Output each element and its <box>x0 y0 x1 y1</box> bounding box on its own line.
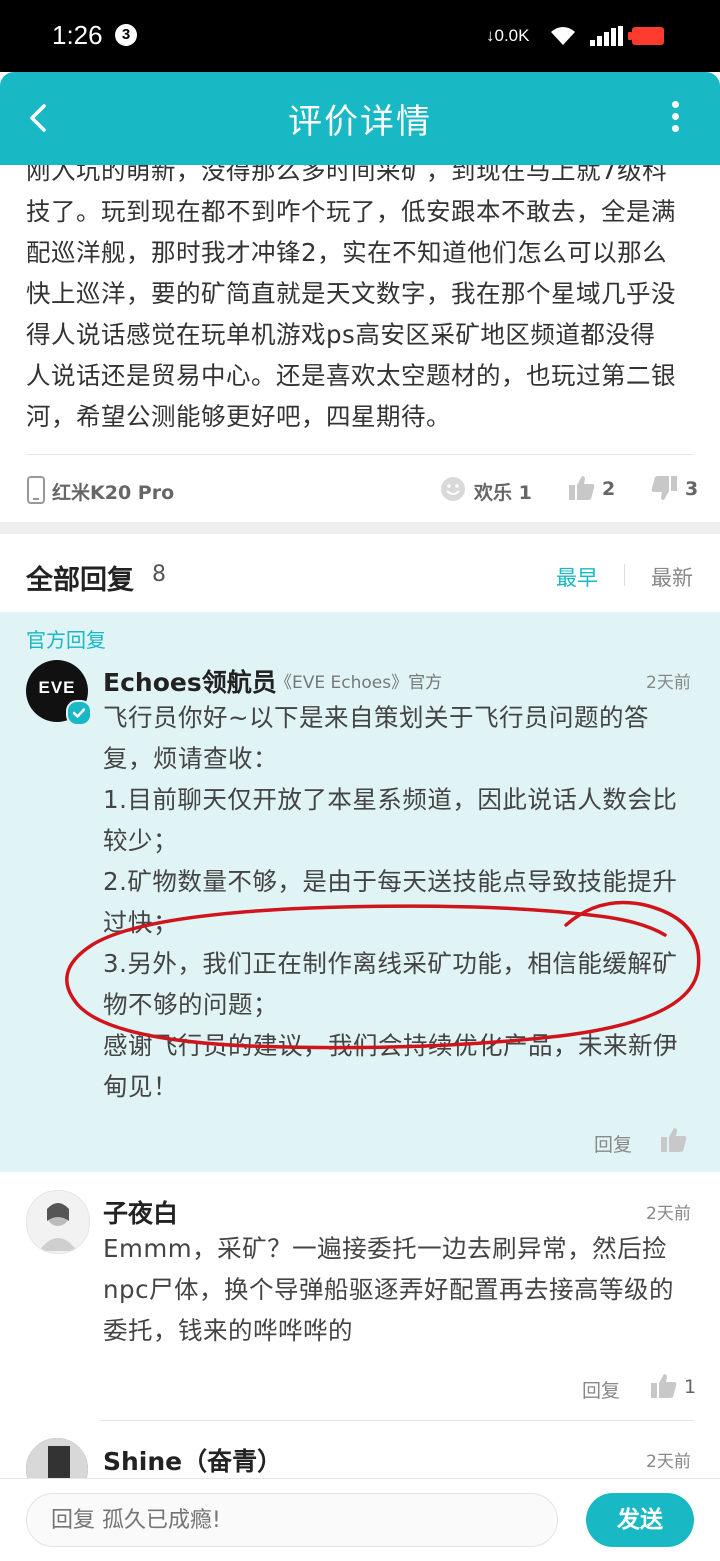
comment-time: 2天前 <box>646 673 691 693</box>
verified-icon <box>66 700 92 726</box>
comment-line: npc尸体，换个导弹船驱逐弄好配置再去接高等级的 <box>103 1275 675 1304</box>
comment-line: Emmm，采矿？一遍接委托一边去刷异常，然后捡 <box>103 1234 668 1263</box>
reply-button[interactable]: 回复 <box>594 1130 632 1157</box>
avatar[interactable] <box>26 1190 90 1254</box>
reply-button[interactable]: 回复 <box>582 1376 620 1403</box>
notification-badge: 3 <box>115 24 137 46</box>
review-line: 得人说话感觉在玩单机游戏ps高安区采矿地区频道都没得 <box>26 320 656 349</box>
thumbs-up-icon[interactable] <box>650 1372 678 1400</box>
divider <box>100 1420 694 1421</box>
commenter-name[interactable]: Shine（奋青） <box>103 1442 282 1478</box>
sort-earliest-tab[interactable]: 最早 <box>556 562 598 592</box>
review-text: 刚入坑的萌新，没得那么多时间采矿，到现在马上就7级科 技了。玩到现在都不到咋个玩… <box>26 165 694 437</box>
app-bar: 评价详情 <box>0 72 720 165</box>
reply-line: 物不够的问题； <box>103 990 278 1019</box>
review-content: 刚入坑的萌新，没得那么多时间采矿，到现在马上就7级科 技了。玩到现在都不到咋个玩… <box>0 165 720 465</box>
thumbs-down-icon[interactable] <box>650 474 678 502</box>
reply-line: 甸见！ <box>103 1072 178 1101</box>
sort-latest-tab[interactable]: 最新 <box>651 562 693 592</box>
status-time: 1:26 <box>52 20 103 50</box>
reply-input[interactable] <box>26 1493 558 1547</box>
thumbs-up-icon[interactable] <box>660 1126 688 1154</box>
page-title: 评价详情 <box>288 102 432 142</box>
like-count: 2 <box>602 478 616 500</box>
reply-line: 感谢飞行员的建议，我们会持续优化产品，未来新伊 <box>103 1031 678 1060</box>
reply-line: 2.矿物数量不够，是由于每天送技能点导致技能提升 <box>103 867 678 896</box>
review-line: 人说话还是贸易中心。还是喜欢太空题材的，也玩过第二银 <box>26 361 676 390</box>
status-bar: 1:26 3 ↓0.0K <box>0 0 720 72</box>
commenter-name[interactable]: Echoes领航员 <box>103 663 277 699</box>
reply-line: 3.另外，我们正在制作离线采矿功能，相信能缓解矿 <box>103 949 678 978</box>
review-line: 配巡洋舰，那时我才冲锋2，实在不知道他们怎么可以那么 <box>26 238 668 267</box>
avatar-logo-text: EVE <box>38 678 76 697</box>
fun-button-label[interactable]: 欢乐 1 <box>474 478 532 505</box>
review-line: 快上巡洋，要的矿简直就是天文数字，我在那个星域几乎没 <box>26 279 676 308</box>
dislike-count: 3 <box>685 478 699 500</box>
reply-line: 过快； <box>103 908 178 937</box>
comment-time: 2天前 <box>646 1204 691 1224</box>
wifi-icon <box>551 27 575 45</box>
user-avatar-image <box>39 1203 77 1251</box>
review-line: 河，希望公测能够更好吧，四星期待。 <box>26 402 451 431</box>
comment-body: Emmm，采矿？一遍接委托一边去刷异常，然后捡 npc尸体，换个导弹船驱逐弄好配… <box>103 1228 703 1351</box>
review-meta-row: 红米K20 Pro 欢乐 1 2 3 <box>0 468 720 512</box>
sort-divider <box>624 564 625 586</box>
reply-line: 复，烦请查收： <box>103 744 278 773</box>
more-options-icon[interactable] <box>660 96 690 142</box>
comment-time: 2天前 <box>646 1452 691 1472</box>
send-button[interactable]: 发送 <box>586 1493 694 1547</box>
section-divider <box>0 522 720 534</box>
thumbs-up-icon[interactable] <box>568 474 596 502</box>
battery-icon <box>628 27 664 45</box>
replies-count: 8 <box>152 562 166 587</box>
comment-line: 委托，钱来的哗哗哗的 <box>103 1316 353 1345</box>
reply-line: 飞行员你好~以下是来自策划关于飞行员问题的答 <box>103 703 650 732</box>
official-reply-label: 官方回复 <box>26 628 106 652</box>
official-tag: 《EVE Echoes》官方 <box>275 673 443 693</box>
network-speed: ↓0.0K <box>486 26 530 45</box>
review-line: 刚入坑的萌新，没得那么多时间采矿，到现在马上就7级科 <box>26 165 668 185</box>
divider <box>26 454 694 455</box>
official-reply-body: 飞行员你好~以下是来自策划关于飞行员问题的答 复，烦请查收： 1.目前聊天仅开放… <box>103 697 703 1107</box>
device-label: 红米K20 Pro <box>52 482 175 504</box>
reply-line: 较少； <box>103 826 178 855</box>
replies-title: 全部回复 <box>26 565 134 596</box>
reply-input-bar: 发送 <box>0 1478 720 1561</box>
signal-icon <box>590 26 623 46</box>
review-line: 技了。玩到现在都不到咋个玩了，低安跟本不敢去，全是满 <box>26 197 676 226</box>
reply-line: 1.目前聊天仅开放了本星系频道，因此说话人数会比 <box>103 785 678 814</box>
phone-icon <box>27 476 45 504</box>
smiley-icon[interactable] <box>440 476 466 502</box>
commenter-name[interactable]: 子夜白 <box>103 1194 178 1230</box>
like-count: 1 <box>684 1376 697 1398</box>
replies-header: 全部回复 8 最早 最新 <box>0 534 720 612</box>
